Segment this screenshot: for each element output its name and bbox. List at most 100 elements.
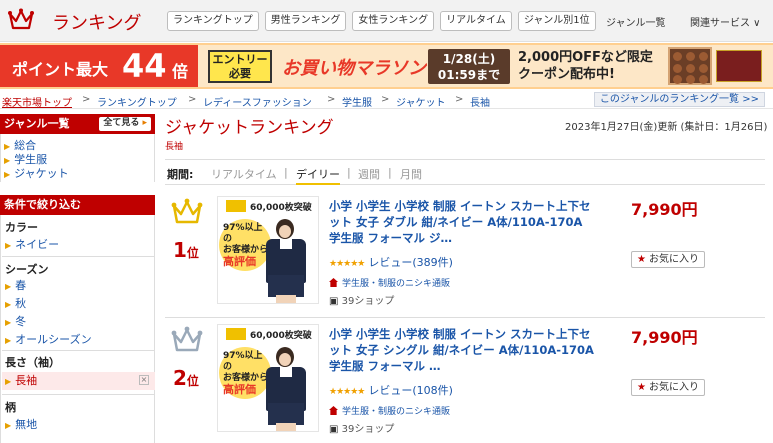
product-price: 7,990円	[631, 328, 698, 347]
banner-point-unit: 倍	[172, 62, 189, 81]
rank-value: 1	[173, 238, 187, 262]
triangle-right-icon: ▶	[4, 142, 11, 151]
chocolate-box-image	[668, 47, 712, 85]
period-weekly[interactable]: 週間	[358, 166, 380, 182]
favorite-button[interactable]: ★ お気に入り	[631, 251, 705, 268]
genre-ranking-list-link[interactable]: このジャンルのランキング一覧 >>	[593, 92, 765, 107]
related-services-menu[interactable]: 関連サービス ∨	[690, 14, 761, 29]
breadcrumb-jacket[interactable]: ジャケット	[396, 94, 446, 109]
deadline-time: 01:59まで	[437, 68, 501, 82]
model-collar	[280, 239, 292, 249]
divider	[2, 350, 155, 351]
rank-unit: 位	[186, 374, 199, 388]
rank-unit: 位	[186, 246, 199, 260]
filter-item-label: 冬	[15, 315, 27, 328]
rank-number: 2位	[173, 366, 199, 390]
model-skirt	[268, 403, 304, 425]
breadcrumb-ladies-fashion[interactable]: レディースファッション	[203, 94, 312, 109]
triangle-right-icon: ▶	[5, 300, 12, 309]
triangle-right-icon: ▶	[5, 241, 12, 250]
ranking-item: 1位 60,000枚突破 97%以上の お客様から 高評価 小学 小学生 小学校…	[165, 196, 765, 318]
product-thumbnail[interactable]: 60,000枚突破 97%以上の お客様から 高評価	[217, 196, 319, 304]
thumb-badge-text: 60,000枚突破	[250, 203, 312, 213]
period-label: 期間:	[167, 168, 194, 181]
tab-genre-first[interactable]: ジャンル別1位	[517, 11, 596, 31]
filter-season-autumn[interactable]: ▶ 秋	[5, 295, 26, 311]
show-all-button[interactable]: 全て見る ▸	[99, 117, 151, 131]
breadcrumb-chevron-icon: >	[381, 94, 390, 105]
breadcrumb-long-sleeve[interactable]: 長袖	[470, 94, 490, 109]
shop-link[interactable]: 学生服・制服のニシキ通販	[329, 276, 450, 289]
filter-season-all[interactable]: ▶ オールシーズン	[5, 331, 92, 347]
model-skirt	[268, 275, 304, 297]
period-divider: |	[284, 166, 288, 179]
period-monthly[interactable]: 月間	[400, 166, 422, 182]
breadcrumb-chevron-icon: >	[188, 94, 197, 105]
tab-ranking-top[interactable]: ランキングトップ	[167, 11, 259, 31]
model-face	[279, 353, 291, 366]
period-selector: 期間: リアルタイム | デイリー | 週間 | 月間	[165, 159, 765, 185]
banner-point-panel: ポイント最大 44 倍	[0, 45, 198, 87]
shop-name: 学生服・制服のニシキ通販	[342, 279, 451, 289]
banner-deadline: 1/28(土) 01:59まで	[428, 49, 510, 84]
divider	[2, 256, 155, 257]
arrow-right-icon: ▸	[142, 118, 147, 128]
thumb-line1: 97%以上の	[223, 223, 263, 244]
show-all-label: 全て見る	[103, 118, 140, 128]
filter-color-navy[interactable]: ▶ ネイビー	[5, 236, 59, 252]
filter-item-label: 無地	[15, 418, 38, 431]
product-title-link[interactable]: 小学 小学生 小学校 制服 イートン スカート上下セット 女子 シングル 紺/ネ…	[329, 326, 597, 374]
genre-list-link[interactable]: ジャンル一覧	[606, 14, 666, 29]
marathon-banner[interactable]: ポイント最大 44 倍 エントリー 必要 お買い物マラソン 1/28(土) 01…	[0, 43, 773, 89]
shop-link[interactable]: 学生服・制服のニシキ通販	[329, 404, 450, 417]
product-title-link[interactable]: 小学 小学生 小学校 制服 イートン スカート上下セット 女子 ダブル 紺/ネイ…	[329, 198, 597, 246]
deadline-date: 1/28(土)	[442, 52, 496, 66]
tab-realtime[interactable]: リアルタイム	[440, 11, 512, 31]
rating-stars-icon: ★★★★★	[329, 387, 365, 397]
breadcrumb-school-uniform[interactable]: 学生服	[342, 94, 372, 109]
remove-filter-icon[interactable]: ×	[139, 375, 149, 385]
favorite-button[interactable]: ★ お気に入り	[631, 379, 705, 396]
triangle-right-icon: ▶	[5, 336, 12, 345]
model-legs	[276, 423, 296, 431]
period-realtime[interactable]: リアルタイム	[211, 166, 277, 182]
triangle-right-icon: ▶	[5, 377, 12, 386]
banner-entry-badge: エントリー 必要	[208, 50, 272, 83]
filter-season-winter[interactable]: ▶ 冬	[5, 313, 26, 329]
thumb-rating-text: 97%以上の お客様から 高評価	[223, 351, 271, 395]
breadcrumb-chevron-icon: >	[327, 94, 336, 105]
genre-item-label: ジャケット	[14, 167, 69, 180]
divider	[2, 394, 155, 395]
genre-list-header: ジャンル一覧 全て見る ▸	[0, 114, 155, 134]
triangle-right-icon: ▶	[5, 421, 12, 430]
genre-item-jacket[interactable]: ▶ ジャケット	[4, 165, 69, 181]
product-price: 7,990円	[631, 200, 698, 219]
logo-text[interactable]: ランキング	[52, 9, 141, 35]
filter-season-spring[interactable]: ▶ 春	[5, 277, 26, 293]
model-collar	[280, 367, 292, 377]
filter-title: 条件で絞り込む	[4, 198, 81, 211]
period-daily[interactable]: デイリー	[296, 166, 340, 185]
filter-group-season: シーズン	[5, 263, 49, 276]
review-summary[interactable]: ★★★★★ レビュー(108件)	[329, 382, 453, 398]
filter-panel: カラー ▶ ネイビー シーズン ▶ 春 ▶ 秋 ▶ 冬 ▶ オールシーズン 長さ（袖） ▶…	[0, 215, 155, 443]
filter-sleeve-long-selected[interactable]: ▶ 長袖 ×	[2, 372, 155, 390]
triangle-right-icon: ▶	[5, 318, 12, 327]
tab-women-ranking[interactable]: 女性ランキング	[352, 11, 435, 31]
coupon-icon: ▣	[329, 424, 339, 435]
shop-badge: ▣ 39ショップ	[329, 292, 394, 307]
review-summary[interactable]: ★★★★★ レビュー(389件)	[329, 254, 453, 270]
ranking-crown-logo-icon[interactable]	[8, 8, 34, 32]
coupon-line1: 2,000円OFFなど限定	[518, 50, 653, 65]
banner-coupon-text: 2,000円OFFなど限定 クーポン配布中!	[518, 49, 653, 83]
filter-pattern-plain[interactable]: ▶ 無地	[5, 416, 37, 432]
filter-item-label: ネイビー	[15, 238, 60, 251]
model-face	[279, 225, 291, 238]
thumb-rating-text: 97%以上の お客様から 高評価	[223, 223, 271, 267]
favorite-label: お気に入り	[648, 254, 699, 265]
tab-men-ranking[interactable]: 男性ランキング	[264, 11, 347, 31]
breadcrumb-ranking-top[interactable]: ランキングトップ	[97, 94, 177, 109]
banner-point-value: 44	[122, 47, 167, 85]
product-thumbnail[interactable]: 60,000枚突破 97%以上の お客様から 高評価	[217, 324, 319, 432]
breadcrumb-rakuten-top[interactable]: 楽天市場トップ	[2, 94, 72, 109]
